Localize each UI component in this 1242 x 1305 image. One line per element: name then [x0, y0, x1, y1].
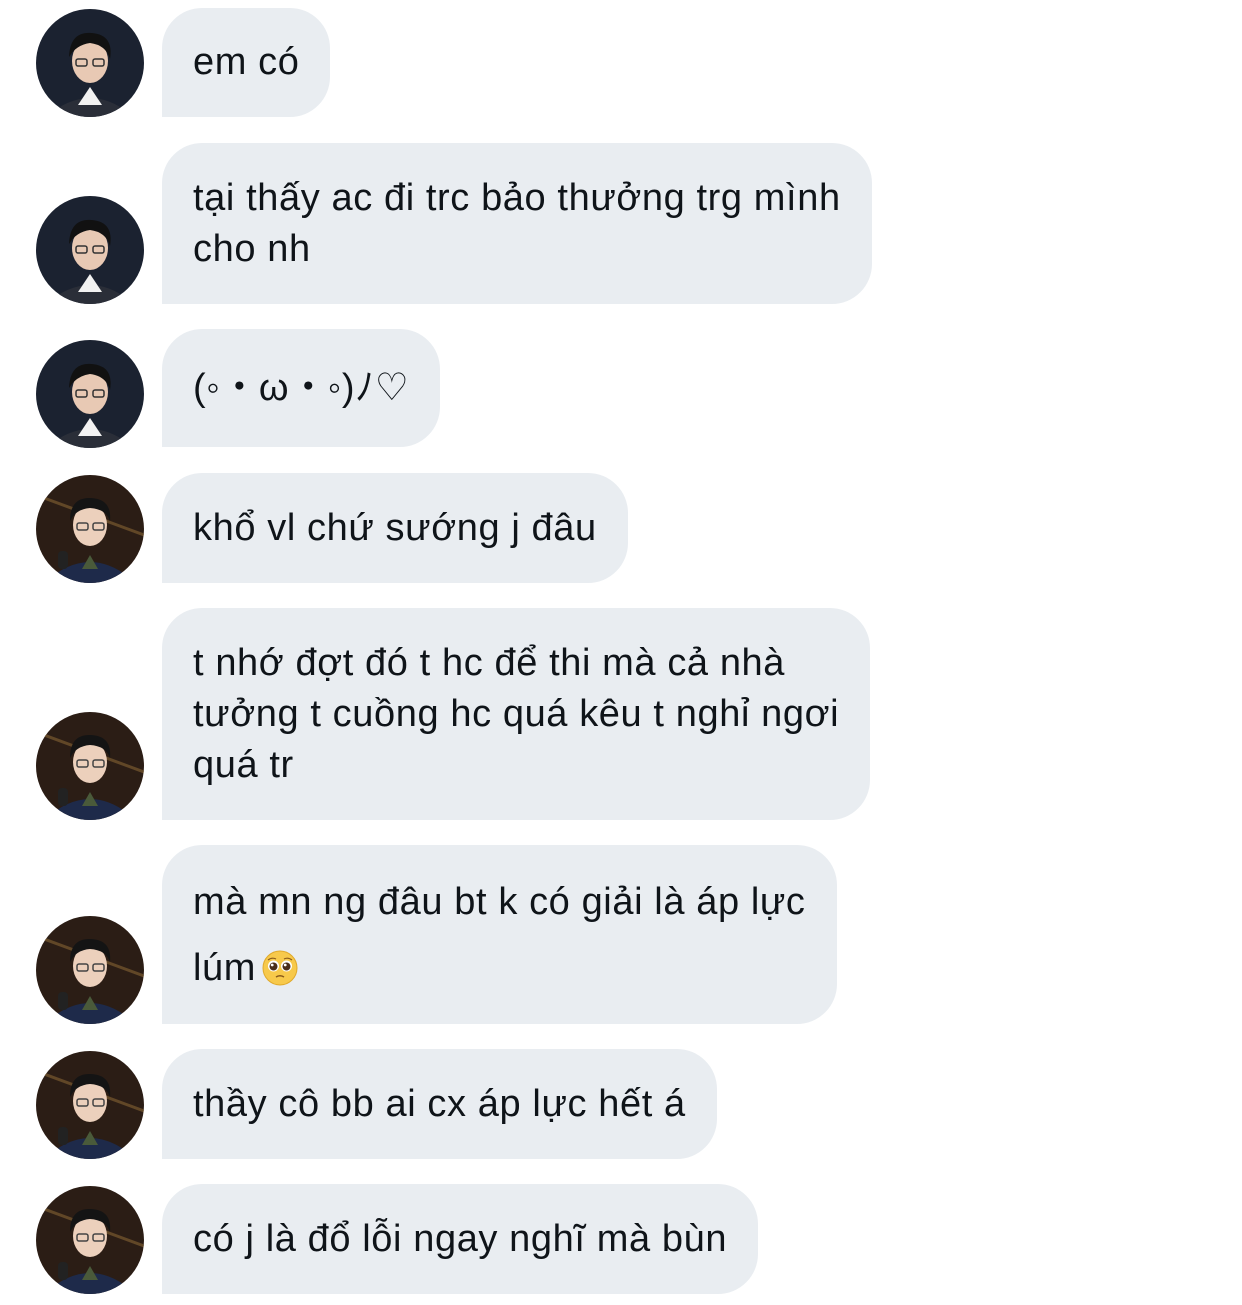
message-text: lúm	[193, 946, 257, 989]
avatar[interactable]	[36, 196, 144, 304]
avatar[interactable]	[36, 475, 144, 583]
message-bubble[interactable]: (◦・ω・◦)ﾉ♡	[162, 329, 441, 447]
message-text: tưởng t cuồng hc quá kêu t nghỉ ngơi	[193, 692, 840, 735]
profile-photo-icon	[36, 1051, 144, 1159]
avatar[interactable]	[36, 9, 144, 117]
message-text: thầy cô bb ai cx áp lực hết á	[193, 1082, 686, 1125]
message-text: mà mn ng đâu bt k có giải là áp lực	[193, 880, 806, 923]
message-bubble[interactable]: em có	[162, 8, 331, 117]
profile-photo-icon	[36, 196, 144, 304]
message-text: quá tr	[193, 743, 294, 786]
profile-photo-icon	[36, 712, 144, 820]
profile-photo-icon	[36, 1186, 144, 1294]
message-text: khổ vl chứ sướng j đâu	[193, 506, 597, 549]
message-text-last-line: lúm	[193, 935, 806, 1001]
profile-photo-icon	[36, 340, 144, 448]
message-bubble[interactable]: khổ vl chứ sướng j đâu	[162, 473, 628, 583]
avatar[interactable]	[36, 916, 144, 1024]
message-text: tại thấy ac đi trc bảo thưởng trg mình	[193, 176, 841, 219]
message-text: t nhớ đợt đó t hc để thi mà cả nhà	[193, 641, 786, 684]
message-bubble[interactable]: tại thấy ac đi trc bảo thưởng trg mình c…	[162, 143, 872, 304]
profile-photo-icon	[36, 916, 144, 1024]
message-text: em có	[193, 41, 300, 83]
message-bubble[interactable]: có j là đổ lỗi ngay nghĩ mà bùn	[162, 1184, 759, 1294]
profile-photo-icon	[36, 475, 144, 583]
message-bubble[interactable]: mà mn ng đâu bt k có giải là áp lực lúm	[162, 845, 837, 1024]
avatar[interactable]	[36, 340, 144, 448]
message-text: cho nh	[193, 227, 311, 270]
avatar[interactable]	[36, 1051, 144, 1159]
pleading-face-icon	[262, 950, 298, 985]
profile-photo-icon	[36, 9, 144, 117]
message-text: có j là đổ lỗi ngay nghĩ mà bùn	[193, 1217, 728, 1260]
avatar[interactable]	[36, 712, 144, 820]
message-bubble[interactable]: t nhớ đợt đó t hc để thi mà cả nhà tưởng…	[162, 608, 871, 820]
avatar[interactable]	[36, 1186, 144, 1294]
message-bubble[interactable]: thầy cô bb ai cx áp lực hết á	[162, 1049, 717, 1159]
message-text: (◦・ω・◦)ﾉ♡	[193, 366, 410, 409]
